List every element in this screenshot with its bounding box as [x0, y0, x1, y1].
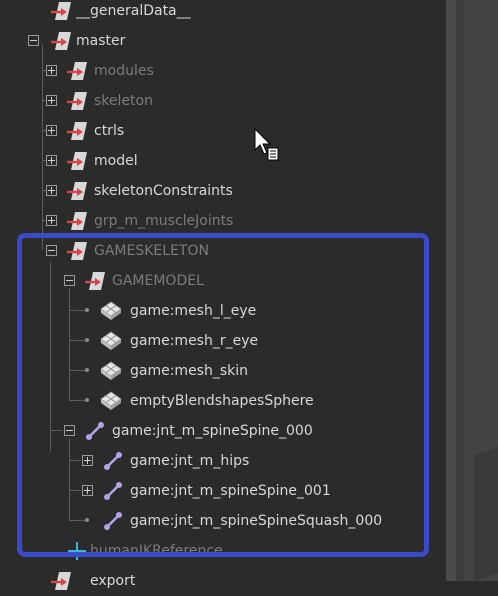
- outliner-item-model[interactable]: model: [0, 146, 440, 176]
- mouse-cursor-icon: [254, 128, 279, 161]
- outliner-item-generaldata[interactable]: __generalData__: [0, 0, 440, 26]
- group-transform-icon: [67, 212, 87, 230]
- group-transform-icon: [51, 2, 71, 20]
- collapse-icon[interactable]: [28, 35, 39, 46]
- outliner-item-label: skeletonConstraints: [94, 183, 233, 199]
- outliner-item-modules[interactable]: modules: [0, 56, 440, 86]
- expand-icon[interactable]: [46, 155, 57, 166]
- group-transform-icon: [67, 62, 87, 80]
- outliner-item-label: skeleton: [94, 93, 153, 109]
- outliner-item-ctrls[interactable]: ctrls: [0, 116, 440, 146]
- outliner-item-grp-m-musclejoints[interactable]: grp_m_muscleJoints: [0, 206, 440, 236]
- group-transform-icon: [67, 92, 87, 110]
- outliner-item-label: grp_m_muscleJoints: [94, 213, 234, 229]
- group-transform-icon: [67, 122, 87, 140]
- outliner-item-label: __generalData__: [76, 3, 191, 19]
- outliner-item-master[interactable]: master: [0, 26, 440, 56]
- group-transform-icon: [51, 32, 71, 50]
- outliner-panel: __generalData__ master modules skeleton: [0, 0, 446, 590]
- selection-highlight-box: [17, 233, 429, 557]
- panel-edge: [456, 0, 464, 581]
- outliner-item-skeletonconstraints[interactable]: skeletonConstraints: [0, 176, 440, 206]
- outliner-item-export[interactable]: export: [0, 566, 440, 596]
- group-transform-icon: [51, 572, 71, 590]
- expand-icon[interactable]: [46, 125, 57, 136]
- outliner-item-label: model: [94, 153, 138, 169]
- outliner-item-label: master: [76, 33, 126, 49]
- scrollbar-thumb[interactable]: [446, 0, 456, 581]
- group-transform-icon: [67, 182, 87, 200]
- expand-icon[interactable]: [46, 95, 57, 106]
- group-transform-icon: [67, 152, 87, 170]
- outliner-item-label: export: [90, 573, 136, 589]
- expand-icon[interactable]: [46, 65, 57, 76]
- expand-icon[interactable]: [46, 185, 57, 196]
- outliner-item-skeleton[interactable]: skeleton: [0, 86, 440, 116]
- side-panel: [456, 0, 498, 581]
- expand-icon[interactable]: [46, 215, 57, 226]
- outliner-item-label: ctrls: [94, 123, 125, 139]
- panel-shadow: [474, 442, 498, 581]
- outliner-item-label: modules: [94, 63, 154, 79]
